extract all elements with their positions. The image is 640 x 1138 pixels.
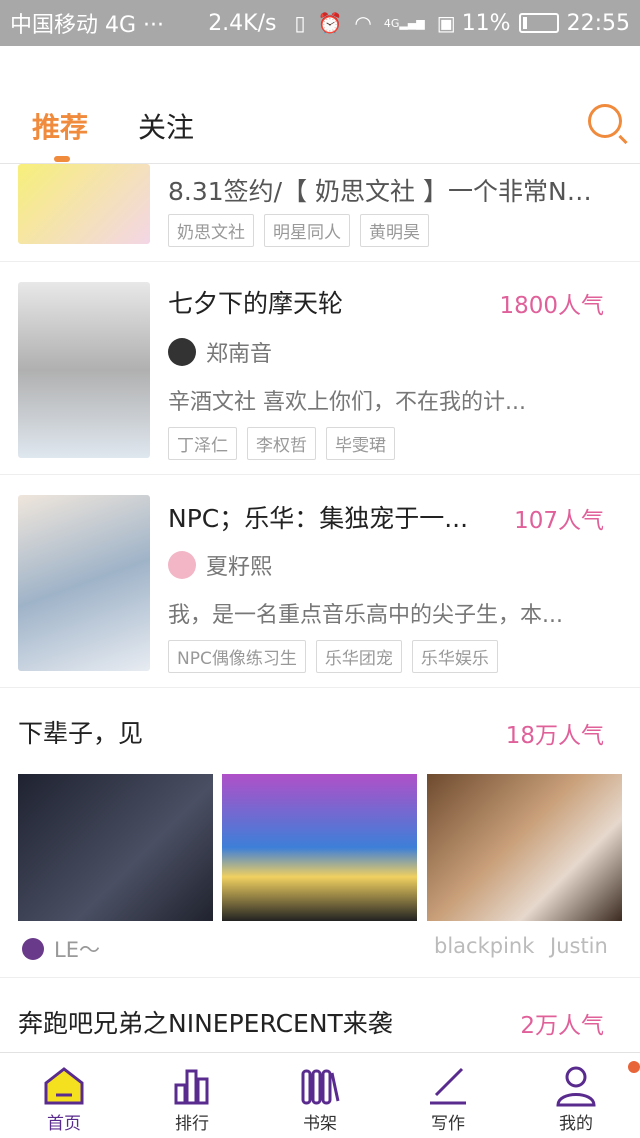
write-icon (426, 1063, 470, 1107)
search-icon[interactable] (588, 104, 622, 138)
story-tag[interactable]: 丁泽仁 (168, 427, 237, 460)
nav-profile[interactable]: 我的 (512, 1053, 640, 1138)
nav-label: 首页 (47, 1114, 81, 1134)
story-tag[interactable]: 毕雯珺 (326, 427, 395, 460)
story-description: 辛酒文社 喜欢上你们，不在我的计... (168, 390, 526, 415)
top-tab-bar: 推荐 关注 (0, 46, 640, 164)
story-tag[interactable]: 明星同人 (264, 214, 350, 247)
nav-label: 排行 (175, 1114, 209, 1134)
nav-label: 书架 (303, 1114, 337, 1134)
popularity-count: 107人气 (514, 508, 604, 534)
battery-percent: 11% (461, 10, 511, 36)
story-cover (18, 164, 150, 244)
story-cover (18, 282, 150, 458)
tab-recommend[interactable]: 推荐 (32, 106, 88, 146)
profile-icon (554, 1063, 598, 1107)
signal-icon: 4G▂▄▆ (383, 16, 425, 30)
sim-icon: ▣ (436, 11, 456, 35)
story-tag[interactable]: 奶思文社 (168, 214, 254, 247)
story-photo (427, 774, 622, 921)
bookshelf-icon (298, 1063, 342, 1107)
story-tag[interactable]: Justin (550, 934, 608, 958)
story-tags: 奶思文社 明星同人 黄明昊 (168, 214, 429, 247)
nav-home[interactable]: 首页 (0, 1053, 128, 1138)
notification-badge (628, 1061, 640, 1073)
story-tags: NPC偶像练习生 乐华团宠 乐华娱乐 (168, 640, 498, 673)
carrier-label: 中国移动 4G ··· (10, 13, 165, 38)
story-card[interactable]: 下辈子，见 18万人气 LE～ blackpink Justin (0, 688, 640, 978)
story-tag[interactable]: 李权哲 (247, 427, 316, 460)
tab-follow[interactable]: 关注 (138, 106, 194, 146)
story-author[interactable]: 夏籽熙 (168, 549, 272, 581)
story-tag[interactable]: NPC偶像练习生 (168, 640, 306, 673)
nav-bookshelf[interactable]: 书架 (256, 1053, 384, 1138)
story-tag[interactable]: 乐华娱乐 (411, 640, 498, 673)
nav-label: 我的 (559, 1114, 593, 1134)
story-tag[interactable]: 黄明昊 (360, 214, 429, 247)
story-title: 七夕下的摩天轮 (168, 289, 344, 318)
ranking-icon (170, 1063, 214, 1107)
story-author[interactable]: 郑南音 (168, 336, 272, 368)
vibrate-icon: ▯ (294, 11, 306, 35)
avatar (168, 338, 196, 366)
story-card[interactable]: 8.31签约/【 奶思文社 】一个非常NB的... 奶思文社 明星同人 黄明昊 (0, 164, 640, 262)
avatar (22, 938, 44, 960)
status-bar: 中国移动 4G ··· 2.4K/s ▯ ⏰ ◠ 4G▂▄▆ ▣ 11% 22:… (0, 0, 640, 46)
bottom-navigation: 首页 排行 书架 写作 我的 (0, 1052, 640, 1138)
avatar (168, 551, 196, 579)
home-icon (42, 1063, 86, 1107)
story-card[interactable]: 七夕下的摩天轮 1800人气 郑南音 辛酒文社 喜欢上你们，不在我的计... 丁… (0, 262, 640, 475)
story-photo (18, 774, 213, 921)
battery-icon (518, 13, 559, 33)
story-tag[interactable]: 乐华团宠 (315, 640, 402, 673)
clock: 22:55 (566, 10, 630, 36)
story-title: 8.31签约/【 奶思文社 】一个非常NB的... (168, 177, 608, 206)
network-type-label: 4G (383, 16, 400, 30)
story-tag[interactable]: blackpink (434, 934, 534, 958)
story-title: NPC；乐华：集独宠于一... (168, 504, 469, 533)
story-cover (18, 495, 150, 671)
nav-label: 写作 (431, 1114, 465, 1134)
story-photo (222, 774, 417, 921)
popularity-count: 18万人气 (505, 723, 604, 749)
story-title: 下辈子，见 (18, 719, 144, 748)
story-card[interactable]: NPC；乐华：集独宠于一... 107人气 夏籽熙 我，是一名重点音乐高中的尖子… (0, 475, 640, 688)
story-feed[interactable]: 8.31签约/【 奶思文社 】一个非常NB的... 奶思文社 明星同人 黄明昊 … (0, 164, 640, 1052)
story-author[interactable]: LE～ (22, 934, 100, 964)
nav-write[interactable]: 写作 (384, 1053, 512, 1138)
nav-ranking[interactable]: 排行 (128, 1053, 256, 1138)
network-speed: 2.4K/s (208, 10, 277, 36)
popularity-count: 2万人气 (520, 1013, 604, 1039)
wifi-icon: ◠ (354, 11, 372, 35)
author-name: 夏籽熙 (206, 555, 273, 580)
story-tags: 丁泽仁 李权哲 毕雯珺 (168, 427, 395, 460)
alarm-icon: ⏰ (317, 11, 343, 35)
story-title: 奔跑吧兄弟之NINEPERCENT来袭 (18, 1009, 393, 1038)
story-description: 我，是一名重点音乐高中的尖子生，本... (168, 603, 563, 628)
story-card[interactable]: 奔跑吧兄弟之NINEPERCENT来袭 2万人气 (0, 978, 640, 1052)
author-name: 郑南音 (206, 342, 273, 367)
active-tab-indicator (54, 156, 70, 162)
author-name: LE～ (54, 938, 100, 962)
popularity-count: 1800人气 (499, 293, 604, 319)
